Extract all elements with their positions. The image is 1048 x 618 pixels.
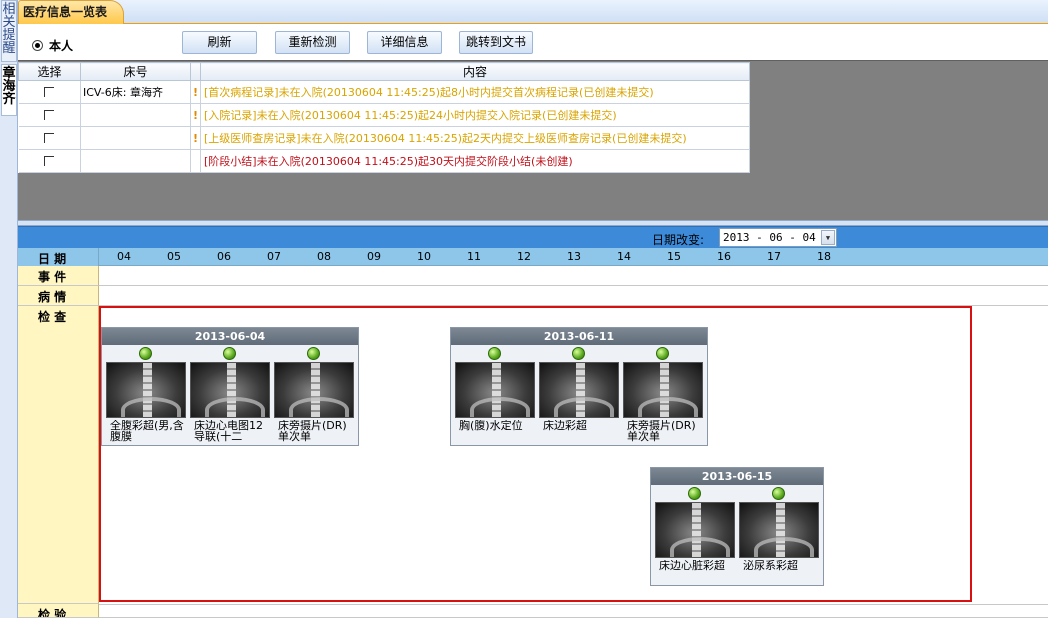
row-label-test-text: 检 验 (38, 608, 67, 618)
row-label-test: 检 验 (18, 604, 99, 618)
row-select-cell[interactable] (18, 126, 81, 150)
column-header-flag (190, 62, 201, 81)
row-select-cell[interactable] (18, 103, 81, 127)
row-label-event-text: 事 件 (38, 270, 67, 284)
row-bed-cell (80, 149, 191, 173)
column-header-content[interactable]: 内容 (200, 62, 750, 81)
column-header-select[interactable]: 选择 (18, 62, 81, 81)
timeline-day-label[interactable]: 18 (817, 250, 831, 263)
timeline-day-label[interactable]: 16 (717, 250, 731, 263)
main-panel: 医疗信息一览表 本人 刷新 重新检测 详细信息 跳转到文书 选择 床号 内容 I… (18, 0, 1048, 618)
reminder-row[interactable]: [阶段小结]未在入院(20130604 11:45:25)起30天内提交阶段小结… (18, 149, 750, 173)
condition-row (99, 286, 1048, 306)
recheck-button[interactable]: 重新检测 (275, 31, 350, 54)
timeline-day-label[interactable]: 09 (367, 250, 381, 263)
left-vertical-tab-strip: 相关提醒 章海齐 (0, 0, 18, 618)
reminder-row[interactable]: ! [入院记录]未在入院(20130604 11:45:25)起24小时内提交入院… (18, 103, 750, 127)
tab-bar: 医疗信息一览表 (18, 0, 1048, 24)
self-radio-label: 本人 (49, 39, 74, 53)
timeline-day-label[interactable]: 12 (517, 250, 531, 263)
date-change-bar: 日期改变: 2013 - 06 - 04 ▼ (18, 226, 1048, 248)
row-select-cell[interactable] (18, 80, 81, 104)
row-label-date-text: 日 期 (38, 252, 67, 266)
timeline-day-label[interactable]: 06 (217, 250, 231, 263)
warning-icon (190, 149, 201, 173)
reminder-grid-area: 选择 床号 内容 ICV-6床: 章海齐! [首次病程记录]未在入院(201306… (18, 60, 1048, 220)
event-row (99, 266, 1048, 286)
timeline-day-label[interactable]: 05 (167, 250, 181, 263)
row-label-condition-text: 病 情 (38, 290, 67, 304)
date-picker-value: 2013 - 06 - 04 (723, 231, 816, 244)
timeline-day-label[interactable]: 17 (767, 250, 781, 263)
date-change-label: 日期改变: (652, 233, 705, 247)
vertical-tab-related-reminders[interactable]: 相关提醒 (1, 0, 17, 62)
warning-icon: ! (190, 80, 201, 104)
timeline-day-label[interactable]: 13 (567, 250, 581, 263)
row-content-cell: [入院记录]未在入院(20130604 11:45:25)起24小时内提交入院记… (200, 103, 750, 127)
timeline-day-label[interactable]: 04 (117, 250, 131, 263)
row-bed-cell (80, 126, 191, 150)
reminder-table: 选择 床号 内容 ICV-6床: 章海齐! [首次病程记录]未在入院(201306… (18, 62, 750, 173)
self-radio[interactable]: 本人 (32, 37, 73, 54)
reminder-table-header: 选择 床号 内容 (18, 62, 750, 81)
row-label-exam-text: 检 查 (38, 310, 67, 324)
chevron-down-icon[interactable]: ▼ (821, 230, 835, 245)
reminder-row[interactable]: ICV-6床: 章海齐! [首次病程记录]未在入院(20130604 11:45:… (18, 80, 750, 104)
details-button[interactable]: 详细信息 (367, 31, 442, 54)
row-content-cell: [阶段小结]未在入院(20130604 11:45:25)起30天内提交阶段小结… (200, 149, 750, 173)
radio-selected-icon (32, 40, 43, 51)
highlight-frame (99, 306, 972, 602)
toolbar: 本人 刷新 重新检测 详细信息 跳转到文书 (18, 24, 1048, 60)
refresh-button[interactable]: 刷新 (182, 31, 257, 54)
timeline-day-label[interactable]: 14 (617, 250, 631, 263)
row-content-cell: [上级医师查房记录]未在入院(20130604 11:45:25)起2天内提交上… (200, 126, 750, 150)
timeline-day-label[interactable]: 07 (267, 250, 281, 263)
row-select-cell[interactable] (18, 149, 81, 173)
tab-medical-info-overview[interactable]: 医疗信息一览表 (18, 0, 124, 24)
row-bed-cell (80, 103, 191, 127)
checkbox[interactable] (44, 133, 55, 143)
row-label-exam: 检 查 (18, 306, 99, 604)
timeline-day-label[interactable]: 15 (667, 250, 681, 263)
vertical-tab-label: 相关提醒 (2, 2, 16, 56)
checkbox[interactable] (44, 156, 55, 166)
warning-icon: ! (190, 103, 201, 127)
row-bed-cell: ICV-6床: 章海齐 (80, 80, 191, 104)
checkbox[interactable] (44, 110, 55, 120)
column-header-bed[interactable]: 床号 (80, 62, 191, 81)
timeline-header: 日 期 04 05 06 07 08 09 10 11 12 13 14 15 16 17 18 (18, 248, 1048, 266)
vertical-tab-label: 章海齐 (2, 66, 16, 107)
timeline-day-label[interactable]: 10 (417, 250, 431, 263)
vertical-tab-patient[interactable]: 章海齐 (1, 64, 17, 116)
checkbox[interactable] (44, 87, 55, 97)
jump-to-document-button[interactable]: 跳转到文书 (459, 31, 533, 54)
row-content-cell: [首次病程记录]未在入院(20130604 11:45:25)起8小时内提交首次… (200, 80, 750, 104)
test-row (99, 604, 1048, 618)
warning-icon: ! (190, 126, 201, 150)
reminder-row[interactable]: ! [上级医师查房记录]未在入院(20130604 11:45:25)起2天内提交… (18, 126, 750, 150)
row-label-condition: 病 情 (18, 286, 99, 306)
row-label-date: 日 期 (18, 248, 99, 266)
timeline-day-label[interactable]: 11 (467, 250, 481, 263)
row-label-event: 事 件 (18, 266, 99, 286)
timeline-day-label[interactable]: 08 (317, 250, 331, 263)
date-picker[interactable]: 2013 - 06 - 04 ▼ (719, 228, 837, 247)
